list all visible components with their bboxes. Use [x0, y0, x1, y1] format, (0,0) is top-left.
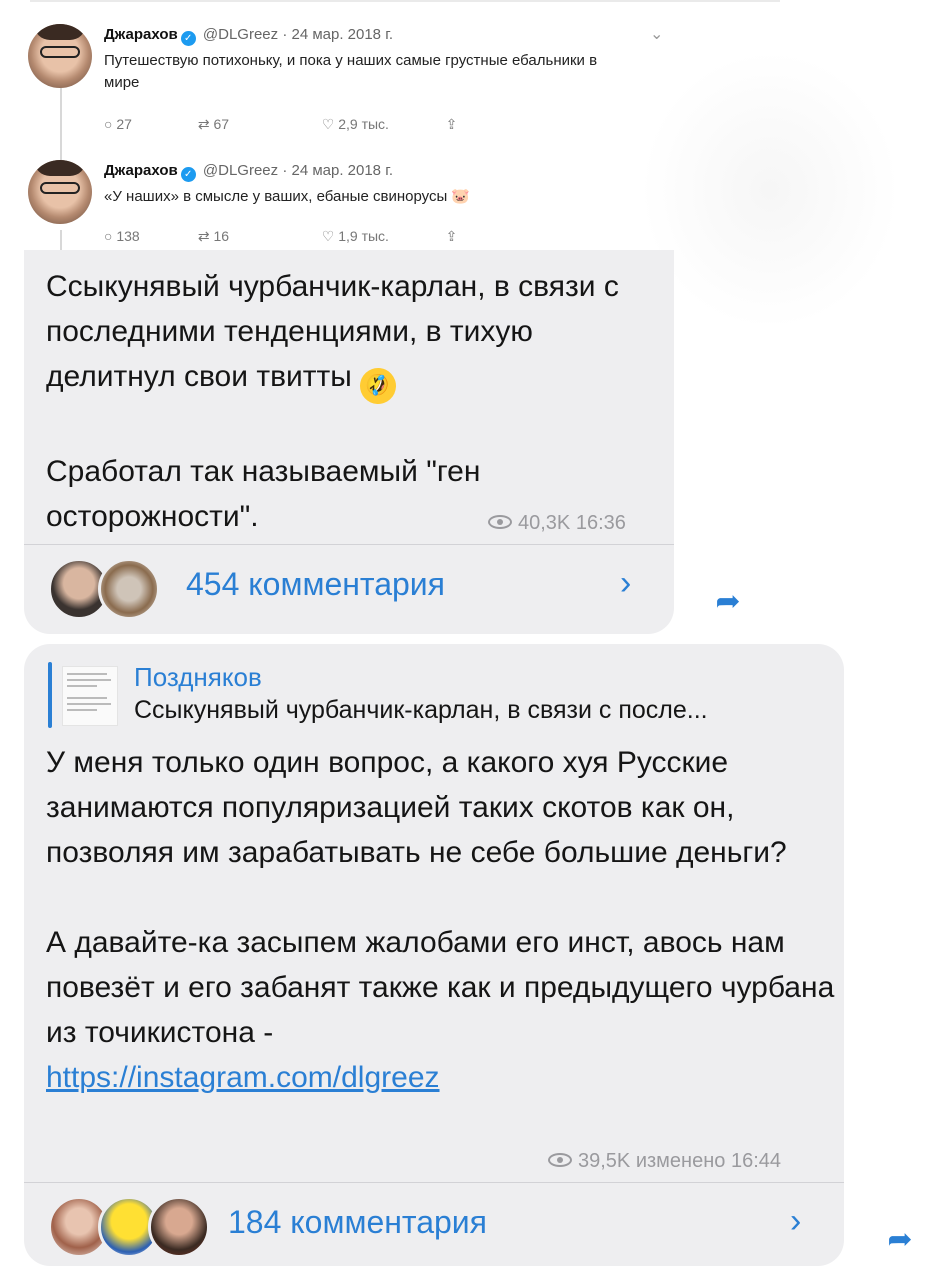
divider: [24, 1182, 844, 1183]
post-text-paragraph: Ссыкунявый чурбанчик-карлан, в связи с п…: [46, 270, 628, 393]
post-meta: 40,3K 16:36: [488, 512, 626, 535]
tweet-screenshot: Джарахов ✓ @DLGreez · 24 мар. 2018 г. ⌄ П…: [0, 0, 700, 250]
author-handle: @DLGreez: [202, 162, 279, 179]
reply-icon: ○: [104, 228, 113, 244]
view-count: 40,3K: [518, 512, 571, 534]
verified-icon: ✓: [180, 167, 196, 182]
divider: [24, 544, 674, 545]
reply-quote[interactable]: Поздняков Ссыкунявый чурбанчик-карлан, в…: [48, 662, 828, 732]
post-text: У меня только один вопрос, а какого хуя …: [46, 740, 836, 1100]
verified-icon: ✓: [180, 31, 196, 46]
tweet-date: · 24 мар. 2018 г.: [282, 26, 394, 43]
comments-label: 184 комментария: [228, 1204, 487, 1240]
author-name: Джарахов: [104, 26, 178, 43]
quote-thumbnail: [62, 666, 118, 726]
quote-bar: [48, 662, 52, 728]
channel-post: Ссыкунявый чурбанчик-карлан, в связи с п…: [24, 250, 674, 634]
retweet-count: 16: [213, 228, 230, 244]
channel-post: Поздняков Ссыкунявый чурбанчик-карлан, в…: [24, 644, 844, 1266]
eye-icon: [548, 1153, 572, 1167]
chevron-right-icon: ›: [620, 564, 632, 602]
tweet-actions: ○ 138 ⇄ 16 ♡ 1,9 тыс. ⇪: [104, 228, 457, 245]
post-text-paragraph: У меня только один вопрос, а какого хуя …: [46, 746, 787, 869]
like-count: 1,9 тыс.: [338, 228, 389, 244]
avatar: [28, 24, 92, 88]
share-icon: ⇪: [445, 228, 458, 244]
commenter-avatar: [148, 1196, 210, 1258]
like-count: 2,9 тыс.: [338, 116, 389, 132]
retweet-icon: ⇄: [197, 228, 210, 244]
tweet: Джарахов ✓ @DLGreez · 24 мар. 2018 г. ⌄ П…: [28, 24, 688, 144]
comments-label: 454 комментария: [186, 566, 445, 602]
rofl-emoji-icon: 🤣: [355, 362, 402, 410]
post-time: 16:36: [575, 512, 626, 534]
comments-button[interactable]: 184 комментария ›: [24, 1184, 844, 1264]
tweet: Джарахов ✓ @DLGreez · 24 мар. 2018 г. «У …: [28, 160, 688, 250]
tweet-header: Джарахов ✓ @DLGreez · 24 мар. 2018 г.: [104, 26, 393, 46]
avatar: [28, 160, 92, 224]
tweet-actions: ○ 27 ⇄ 67 ♡ 2,9 тыс. ⇪: [104, 116, 457, 133]
reply-count: 27: [116, 116, 132, 132]
reply-count: 138: [116, 228, 140, 244]
retweet-count: 67: [213, 116, 230, 132]
forward-icon[interactable]: ➦: [708, 582, 748, 622]
share-icon: ⇪: [445, 116, 458, 132]
chevron-right-icon: ›: [790, 1202, 802, 1240]
post-text-paragraph: А давайте-ка засыпем жалобами его инст, …: [46, 926, 843, 1049]
comments-button[interactable]: 454 комментария ›: [24, 546, 674, 626]
quote-author: Поздняков: [134, 662, 262, 692]
eye-icon: [488, 515, 512, 529]
post-text-paragraph: Сработал так называемый "ген осторожност…: [46, 455, 489, 533]
edited-label: изменено: [635, 1150, 726, 1172]
commenter-avatar: [98, 558, 160, 620]
reply-icon: ○: [104, 116, 113, 132]
tweet-text: Путешествую потихоньку, и пока у наших с…: [104, 52, 598, 91]
forward-icon[interactable]: ➦: [880, 1220, 920, 1260]
author-handle: @DLGreez: [202, 26, 279, 43]
author-name: Джарахов: [104, 162, 178, 179]
chevron-down-icon: ⌄: [650, 26, 664, 43]
post-time: 16:44: [730, 1150, 782, 1172]
view-count: 39,5K: [578, 1150, 631, 1172]
heart-icon: ♡: [321, 116, 335, 132]
heart-icon: ♡: [321, 228, 335, 244]
post-text: Ссыкунявый чурбанчик-карлан, в связи с п…: [46, 264, 666, 539]
instagram-link[interactable]: https://instagram.com/dlgreez: [46, 1061, 440, 1094]
quote-text: Ссыкунявый чурбанчик-карлан, в связи с п…: [134, 696, 708, 724]
retweet-icon: ⇄: [197, 116, 210, 132]
tweet-header: Джарахов ✓ @DLGreez · 24 мар. 2018 г.: [104, 162, 393, 182]
tweet-date: · 24 мар. 2018 г.: [282, 162, 394, 179]
post-meta: 39,5K изменено 16:44: [548, 1150, 781, 1173]
tweet-text: «У наших» в смысле у ваших, ебаные свино…: [104, 188, 471, 205]
